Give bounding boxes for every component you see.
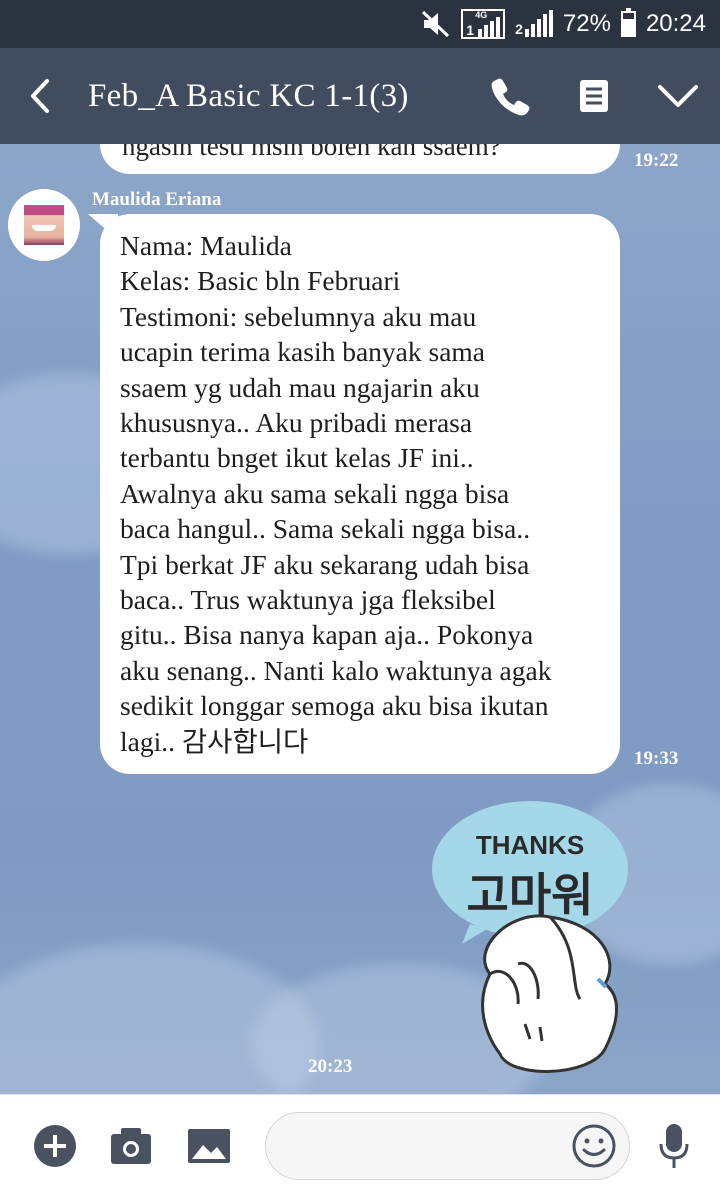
add-button[interactable] xyxy=(30,1095,80,1196)
message-line: sedikit longgar semoga aku bisa ikutan xyxy=(120,690,549,722)
message-line: aku senang.. Nanti kalo waktunya agak xyxy=(120,654,552,686)
thanks-sticker[interactable]: THANKS 고마워 xyxy=(430,799,640,1079)
message-bubble-main[interactable]: Nama: Maulida Kelas: Basic bln Februari Te… xyxy=(100,214,620,774)
avatar[interactable] xyxy=(8,189,80,261)
message-line: Kelas: Basic bln Februari xyxy=(120,265,401,297)
call-button[interactable] xyxy=(468,48,552,144)
message-line: Nama: Maulida xyxy=(120,230,292,261)
network-type-label: 4G xyxy=(475,10,488,20)
camera-icon xyxy=(111,1127,151,1164)
back-icon xyxy=(31,79,49,113)
chat-area[interactable]: ngasih testi msih boleh kan ssaem? 19:22… xyxy=(0,144,720,1094)
clock: 20:24 xyxy=(645,10,706,37)
add-icon xyxy=(34,1124,76,1167)
message-line: Awalnya aku sama sekali ngga bisa xyxy=(120,477,510,509)
battery-percent: 72% xyxy=(562,10,611,37)
notes-icon xyxy=(580,80,608,112)
message-line: khususnya.. Aku pribadi merasa xyxy=(120,407,473,439)
message-line: Testimoni: sebelumnya aku mau xyxy=(120,300,477,332)
sticker-text-thanks: THANKS xyxy=(476,830,584,860)
menu-dropdown-button[interactable] xyxy=(636,48,720,144)
message-text: ngasih testi msih boleh kan ssaem? xyxy=(122,144,501,161)
sim2-signal-icon: 2 xyxy=(515,10,553,37)
sticker-text-korean: 고마워 xyxy=(467,868,594,922)
message-line: baca hangul.. Sama sekali ngga bisa.. xyxy=(120,513,531,545)
chat-header: Feb_A Basic KC 1-1(3) xyxy=(0,48,720,144)
phone-icon xyxy=(491,78,530,116)
mute-icon xyxy=(421,10,451,38)
back-button[interactable] xyxy=(0,48,80,144)
chevron-down-icon xyxy=(658,85,698,107)
message-text: Nama: Maulida Kelas: Basic bln Februari Te… xyxy=(120,228,608,759)
input-bar xyxy=(0,1094,720,1196)
message-line: Tpi berkat JF aku sekarang udah bisa xyxy=(120,548,530,580)
status-bar: 4G 1 2 72% 20:24 xyxy=(0,0,720,48)
emoji-icon xyxy=(572,1124,616,1167)
microphone-icon xyxy=(659,1123,689,1168)
battery-icon xyxy=(620,8,636,37)
image-icon xyxy=(188,1128,230,1163)
message-line: ucapin terima kasih banyak sama xyxy=(120,336,486,368)
message-line: baca.. Trus waktunya jga fleksibel xyxy=(120,584,496,616)
message-time: 19:22 xyxy=(634,150,679,171)
message-time: 19:33 xyxy=(634,748,679,769)
message-line: ssaem yg udah mau ngajarin aku xyxy=(120,371,480,403)
sender-name: Maulida Eriana xyxy=(92,189,222,210)
sim1-signal-icon: 4G 1 xyxy=(461,9,506,39)
message-line: lagi.. 감사합니다 xyxy=(120,725,309,757)
camera-button[interactable] xyxy=(106,1095,156,1196)
sticker-time: 20:23 xyxy=(308,1056,353,1077)
emoji-button[interactable] xyxy=(568,1095,620,1196)
message-line: terbantu bnget ikut kelas JF ini.. xyxy=(120,442,474,474)
message-line: gitu.. Bisa nanya kapan aja.. Pokonya xyxy=(120,619,534,651)
notes-button[interactable] xyxy=(552,48,636,144)
message-bubble-previous[interactable]: ngasih testi msih boleh kan ssaem? xyxy=(100,144,620,174)
avatar-photo xyxy=(24,205,64,245)
chat-title: Feb_A Basic KC 1-1(3) xyxy=(88,77,409,114)
image-button[interactable] xyxy=(184,1095,234,1196)
microphone-button[interactable] xyxy=(648,1095,700,1196)
